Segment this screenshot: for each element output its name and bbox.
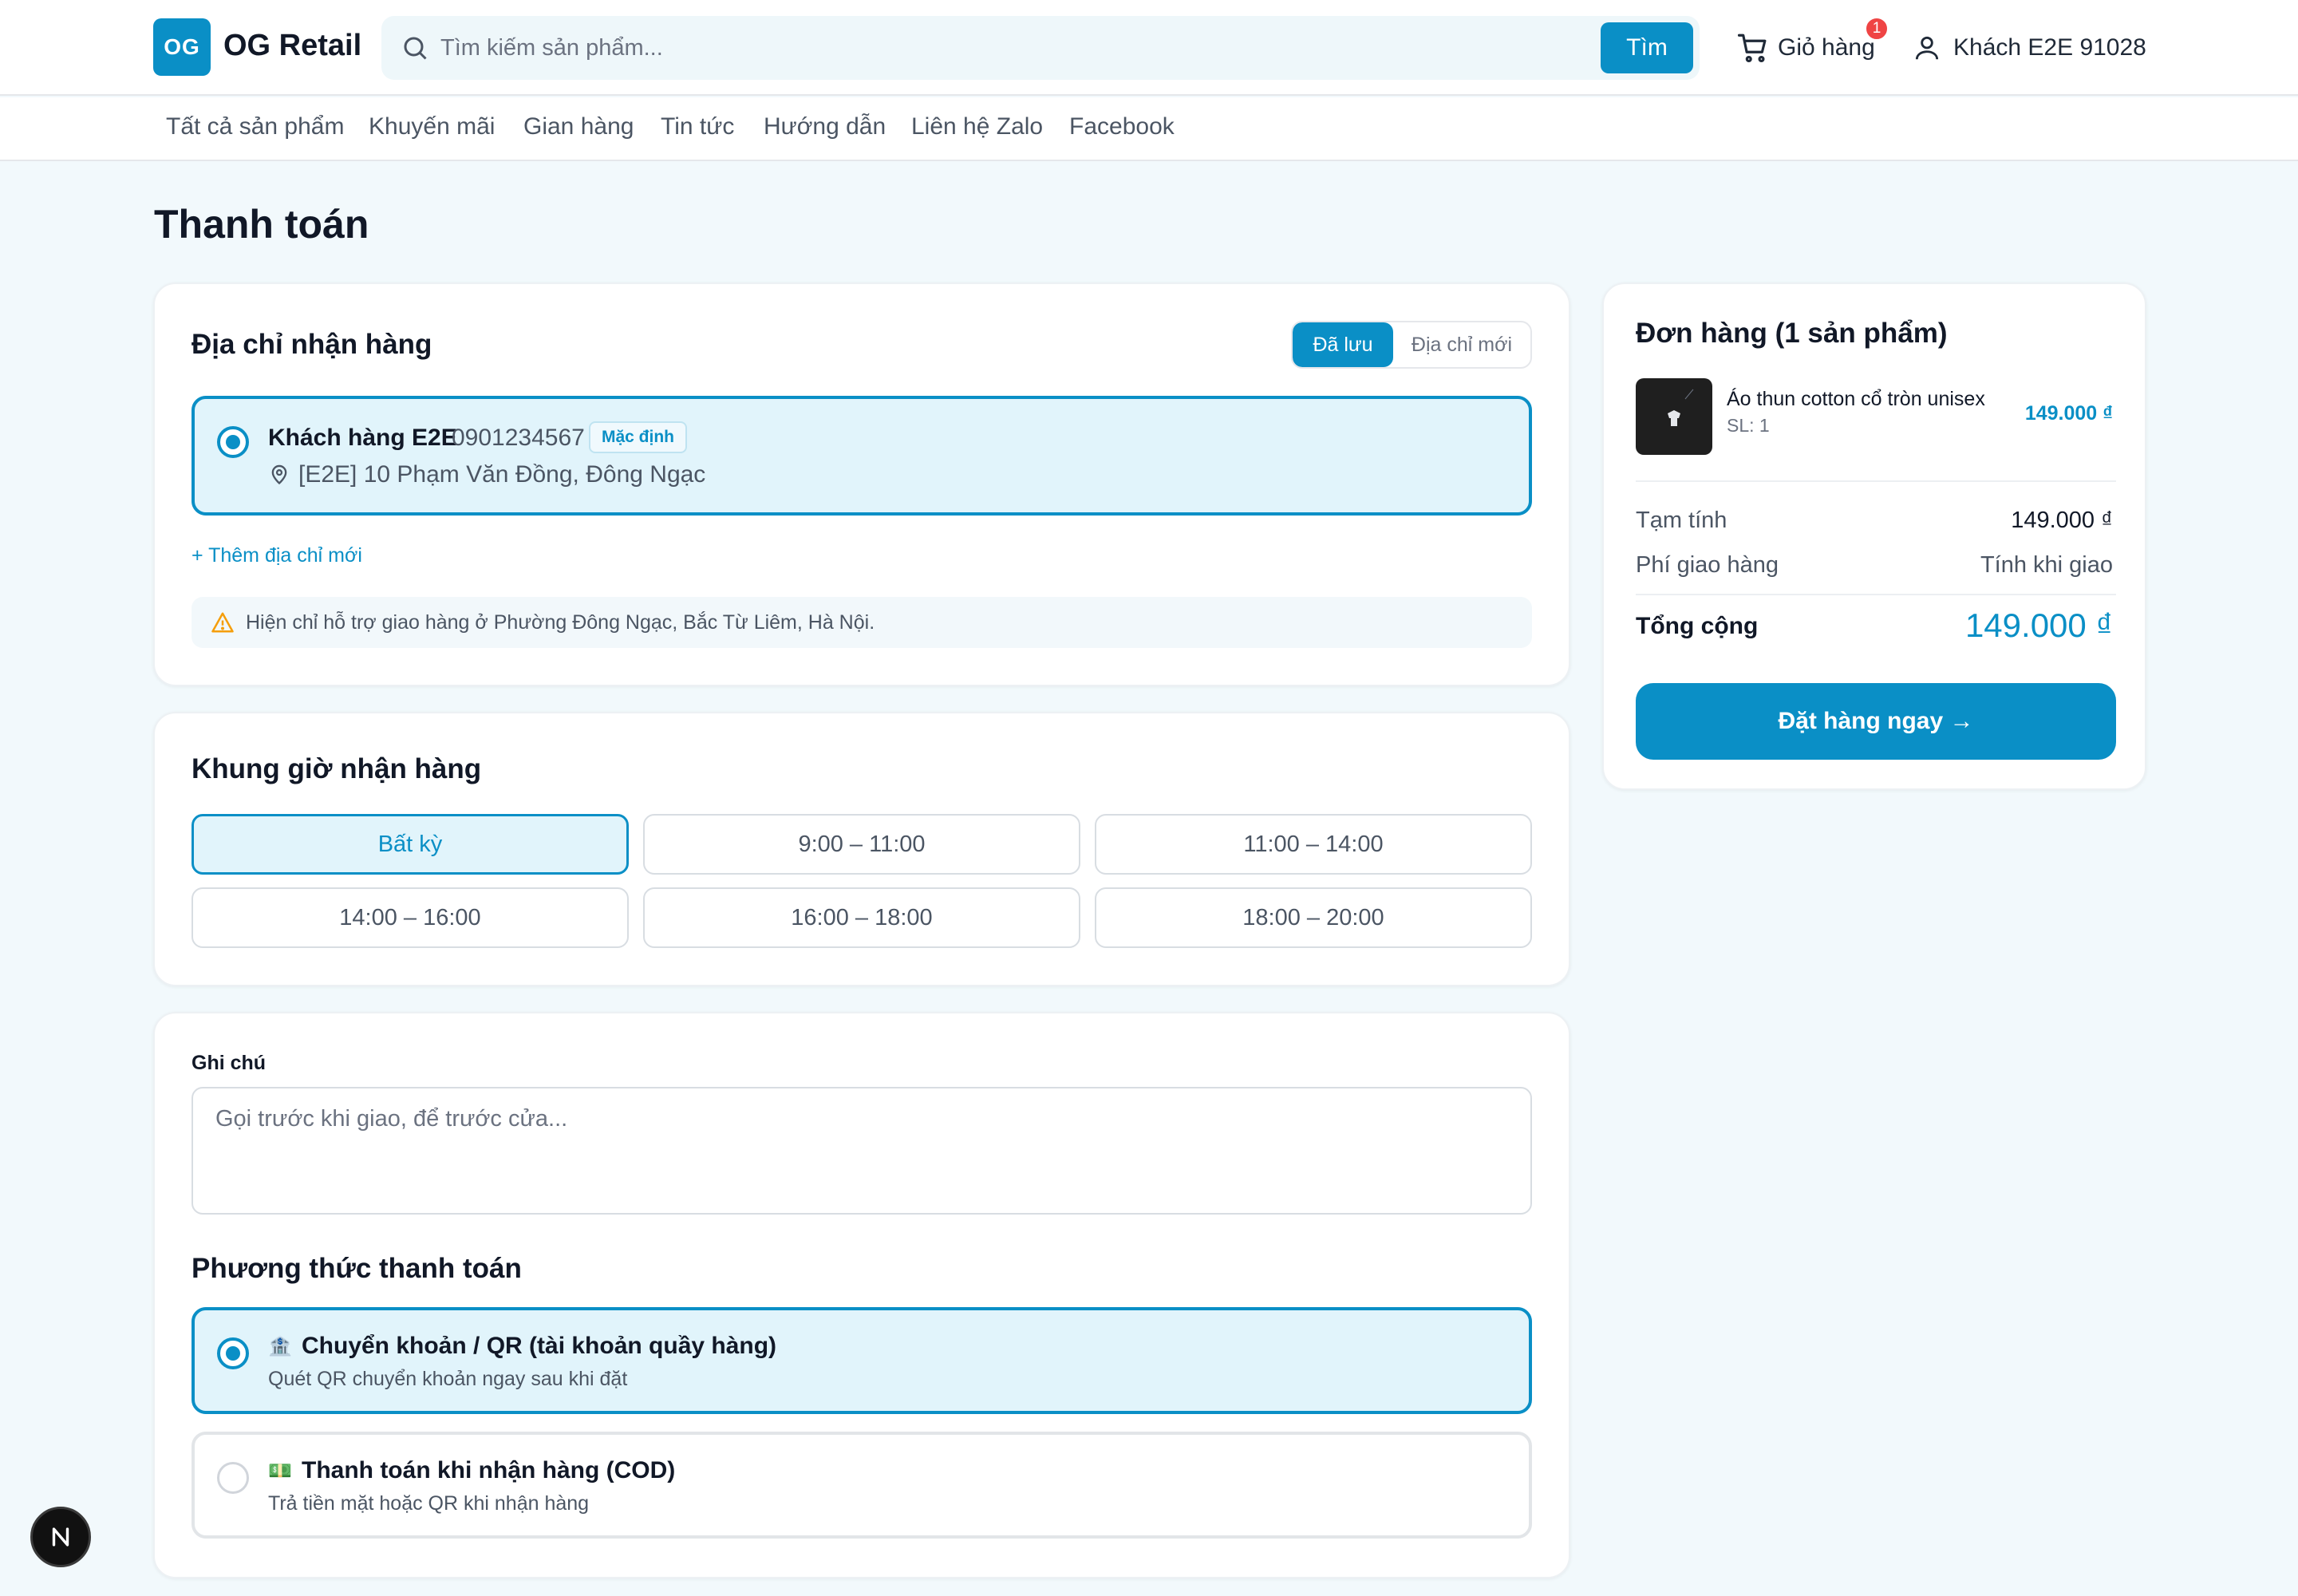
search-bar: Tìm bbox=[381, 16, 1700, 80]
address-name: Khách hàng E2E bbox=[268, 425, 457, 451]
note-label: Ghi chú bbox=[192, 1052, 267, 1074]
address-text: [E2E] 10 Phạm Văn Đồng, Đông Ngạc bbox=[298, 461, 706, 488]
top-bar: OG OG Retail Tìm Giỏ hàng 1 Khách E2E 91… bbox=[0, 0, 2298, 96]
user-icon bbox=[1915, 36, 1939, 60]
shipping-label: Phí giao hàng bbox=[1636, 552, 1779, 578]
subtotal-value: 149.000 ₫ bbox=[2011, 508, 2113, 533]
delivery-notice: Hiện chỉ hỗ trợ giao hàng ở Phường Đông … bbox=[192, 597, 1532, 648]
order-summary-card: Đơn hàng (1 sản phẩm) Áo thun cotton cổ … bbox=[1602, 282, 2146, 790]
search-input[interactable] bbox=[440, 26, 1398, 70]
dev-tools-button[interactable] bbox=[30, 1507, 91, 1567]
divider bbox=[1636, 594, 2116, 595]
payment-transfer-title: 🏦 Chuyển khoản / QR (tài khoản quầy hàng… bbox=[268, 1333, 776, 1360]
search-icon bbox=[404, 37, 427, 60]
add-address-link[interactable]: + Thêm địa chỉ mới bbox=[192, 544, 362, 567]
nav-news[interactable]: Tin tức bbox=[661, 113, 734, 140]
payment-option-transfer[interactable]: 🏦 Chuyển khoản / QR (tài khoản quầy hàng… bbox=[192, 1307, 1532, 1414]
note-textarea[interactable] bbox=[192, 1087, 1532, 1215]
timeslot-title: Khung giờ nhận hàng bbox=[192, 753, 482, 784]
bank-icon: 🏦 bbox=[268, 1335, 292, 1357]
tshirt-icon bbox=[1668, 389, 1694, 426]
nav-facebook[interactable]: Facebook bbox=[1069, 113, 1175, 140]
payment-transfer-subtitle: Quét QR chuyển khoản ngay sau khi đặt bbox=[268, 1368, 628, 1390]
product-thumbnail[interactable] bbox=[1636, 378, 1712, 455]
address-title: Địa chỉ nhận hàng bbox=[192, 329, 432, 360]
payment-title: Phương thức thanh toán bbox=[192, 1253, 522, 1284]
slot-16-18[interactable]: 16:00 – 18:00 bbox=[643, 887, 1080, 948]
cart-label: Giỏ hàng bbox=[1778, 34, 1875, 61]
main-nav: Tất cả sản phẩm Khuyến mãi Gian hàng Tin… bbox=[0, 97, 2298, 161]
product-name: Áo thun cotton cổ tròn unisex bbox=[1727, 388, 1985, 410]
subtotal-label: Tạm tính bbox=[1636, 508, 1727, 533]
location-pin-icon bbox=[271, 464, 287, 485]
page-title: Thanh toán bbox=[154, 202, 369, 247]
payment-option-cod[interactable]: 💵 Thanh toán khi nhận hàng (COD) Trả tiề… bbox=[192, 1432, 1532, 1539]
n-logo-icon bbox=[52, 1527, 69, 1547]
product-quantity: SL: 1 bbox=[1727, 415, 1770, 436]
slot-14-16[interactable]: 14:00 – 16:00 bbox=[192, 887, 629, 948]
address-radio[interactable] bbox=[217, 426, 249, 458]
shipping-value: Tính khi giao bbox=[1980, 552, 2113, 578]
slot-9-11[interactable]: 9:00 – 11:00 bbox=[643, 814, 1080, 875]
default-badge: Mặc định bbox=[589, 421, 688, 453]
nav-zalo[interactable]: Liên hệ Zalo bbox=[911, 113, 1043, 140]
total-label: Tổng cộng bbox=[1636, 613, 1759, 639]
cart-icon bbox=[1737, 34, 1767, 63]
slot-18-20[interactable]: 18:00 – 20:00 bbox=[1095, 887, 1532, 948]
nav-all-products[interactable]: Tất cả sản phẩm bbox=[166, 113, 344, 140]
timeslot-card: Khung giờ nhận hàng Bất kỳ 9:00 – 11:00 … bbox=[153, 712, 1570, 986]
search-button[interactable]: Tìm bbox=[1601, 22, 1693, 73]
slot-any[interactable]: Bất kỳ bbox=[192, 814, 629, 875]
logo-mark[interactable]: OG bbox=[153, 18, 211, 76]
note-payment-card: Ghi chú Phương thức thanh toán 🏦 Chuyển … bbox=[153, 1012, 1570, 1578]
product-price: 149.000 ₫ bbox=[2024, 402, 2113, 425]
nav-promotions[interactable]: Khuyến mãi bbox=[369, 113, 495, 140]
warning-icon bbox=[211, 612, 234, 633]
notice-text: Hiện chỉ hỗ trợ giao hàng ở Phường Đông … bbox=[246, 610, 875, 634]
total-value: 149.000 ₫ bbox=[1964, 606, 2113, 644]
summary-title: Đơn hàng (1 sản phẩm) bbox=[1636, 318, 1948, 349]
toggle-new-address[interactable]: Địa chỉ mới bbox=[1393, 322, 1530, 367]
payment-transfer-label: Chuyển khoản / QR (tài khoản quầy hàng) bbox=[302, 1333, 777, 1359]
slot-11-14[interactable]: 11:00 – 14:00 bbox=[1095, 814, 1532, 875]
address-phone: 0901234567 bbox=[452, 425, 585, 451]
payment-cod-subtitle: Trả tiền mặt hoặc QR khi nhận hàng bbox=[268, 1492, 590, 1515]
payment-radio-transfer[interactable] bbox=[217, 1337, 249, 1369]
address-mode-toggle: Đã lưu Địa chỉ mới bbox=[1291, 321, 1532, 369]
user-name: Khách E2E 91028 bbox=[1953, 34, 2146, 61]
cash-icon: 💵 bbox=[268, 1460, 292, 1482]
address-line: [E2E] 10 Phạm Văn Đồng, Đông Ngạc bbox=[268, 461, 705, 488]
payment-cod-label: Thanh toán khi nhận hàng (COD) bbox=[302, 1457, 676, 1483]
payment-radio-cod[interactable] bbox=[217, 1462, 249, 1494]
divider bbox=[1636, 480, 2116, 482]
saved-address-option[interactable]: Khách hàng E2E 0901234567 Mặc định [E2E]… bbox=[192, 396, 1532, 516]
place-order-button[interactable]: Đặt hàng ngay → bbox=[1636, 683, 2116, 760]
nav-guide[interactable]: Hướng dẫn bbox=[764, 113, 886, 140]
payment-cod-title: 💵 Thanh toán khi nhận hàng (COD) bbox=[268, 1457, 675, 1484]
toggle-saved[interactable]: Đã lưu bbox=[1293, 322, 1393, 367]
nav-stores[interactable]: Gian hàng bbox=[523, 113, 634, 140]
address-card: Địa chỉ nhận hàng Đã lưu Địa chỉ mới Khá… bbox=[153, 282, 1570, 686]
user-menu[interactable]: Khách E2E 91028 bbox=[1912, 29, 2146, 67]
cart-link[interactable]: Giỏ hàng bbox=[1736, 29, 1875, 67]
logo-text[interactable]: OG Retail bbox=[223, 29, 361, 63]
cart-count-badge: 1 bbox=[1864, 16, 1889, 41]
